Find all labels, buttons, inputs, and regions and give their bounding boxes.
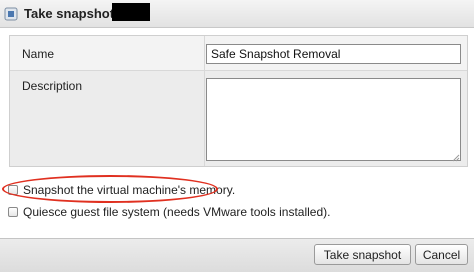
dialog-titlebar: Take snapshot for: [0, 0, 474, 28]
quiesce-checkbox[interactable]: [8, 207, 18, 217]
description-label: Description: [22, 79, 83, 93]
redacted-vm-name: [112, 3, 150, 21]
resize-grip-icon[interactable]: [452, 151, 460, 162]
snapshot-form-table: Name Description: [9, 35, 468, 167]
vsphere-app-icon: [4, 7, 18, 21]
quiesce-option[interactable]: Quiesce guest file system (needs VMware …: [8, 205, 330, 219]
dialog-footer: Take snapshot Cancel: [0, 238, 474, 272]
name-input[interactable]: [206, 44, 461, 64]
quiesce-option-label: Quiesce guest file system (needs VMware …: [23, 205, 331, 219]
name-row: Name: [10, 36, 467, 71]
dialog-content: Name Description Snapshot the virtual ma…: [0, 28, 474, 238]
description-textarea[interactable]: [206, 78, 461, 161]
cancel-button[interactable]: Cancel: [415, 244, 468, 265]
red-highlight-ellipse: [2, 175, 218, 203]
take-snapshot-button[interactable]: Take snapshot: [314, 244, 411, 265]
description-row: Description: [10, 71, 467, 166]
column-divider: [204, 36, 205, 166]
name-label: Name: [22, 47, 55, 61]
